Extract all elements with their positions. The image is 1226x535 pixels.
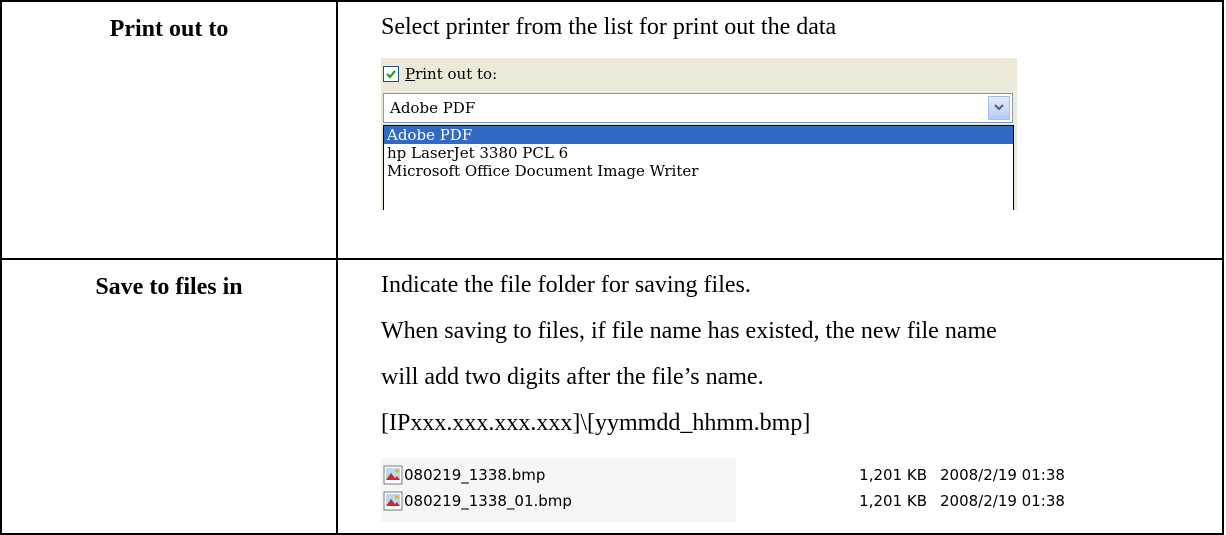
file-name: 080219_1338_01.bmp bbox=[404, 492, 572, 510]
label-cell: Save to files in bbox=[0, 258, 338, 535]
bitmap-file-icon bbox=[383, 491, 403, 511]
description-line: [IPxxx.xxx.xxx.xxx]\[yymmdd_hhmm.bmp] bbox=[381, 410, 811, 436]
description-line: will add two digits after the file’s nam… bbox=[381, 364, 764, 390]
printer-select[interactable]: Adobe PDF bbox=[383, 93, 1013, 123]
print-out-checkbox-row[interactable]: Print out to: bbox=[383, 63, 497, 85]
printer-option[interactable]: hp LaserJet 3380 PCL 6 bbox=[384, 144, 1013, 162]
description-cell: Select printer from the list for print o… bbox=[336, 0, 1224, 260]
label-cell: Print out to bbox=[0, 0, 338, 260]
file-name: 080219_1338.bmp bbox=[404, 466, 546, 484]
settings-table: Print out to Select printer from the lis… bbox=[0, 0, 1224, 535]
file-size: 1,201 KB bbox=[859, 466, 927, 484]
selected-printer: Adobe PDF bbox=[390, 99, 476, 117]
row-label: Save to files in bbox=[95, 274, 243, 300]
table-row-print-out: Print out to Select printer from the lis… bbox=[0, 0, 1224, 260]
description-line: When saving to files, if file name has e… bbox=[381, 318, 997, 344]
description-line: Indicate the file folder for saving file… bbox=[381, 272, 751, 298]
printer-panel: Print out to: Adobe PDF Adobe PDF hp Las… bbox=[381, 58, 1017, 210]
file-date: 2008/2/19 01:38 bbox=[940, 492, 1065, 510]
printer-option[interactable]: Adobe PDF bbox=[384, 126, 1013, 144]
file-list: 080219_1338.bmp 1,201 KB 2008/2/19 01:38… bbox=[381, 458, 1181, 522]
description-cell: Indicate the file folder for saving file… bbox=[336, 258, 1224, 535]
print-out-checkbox[interactable] bbox=[383, 66, 399, 82]
chevron-down-icon bbox=[994, 104, 1004, 111]
table-row-save-to-files: Save to files in Indicate the file folde… bbox=[0, 258, 1224, 535]
checkbox-label: Print out to: bbox=[405, 65, 498, 83]
checkmark-icon bbox=[386, 70, 396, 79]
description-text: Select printer from the list for print o… bbox=[381, 14, 837, 40]
printer-dropdown-list: Adobe PDF hp LaserJet 3380 PCL 6 Microso… bbox=[383, 125, 1014, 210]
row-label: Print out to bbox=[109, 16, 229, 42]
bitmap-file-icon bbox=[383, 465, 403, 485]
file-list-item[interactable]: 080219_1338.bmp 1,201 KB 2008/2/19 01:38 bbox=[381, 464, 1181, 486]
file-size: 1,201 KB bbox=[859, 492, 927, 510]
dropdown-button[interactable] bbox=[988, 96, 1010, 120]
file-list-item[interactable]: 080219_1338_01.bmp 1,201 KB 2008/2/19 01… bbox=[381, 490, 1181, 512]
printer-option[interactable]: Microsoft Office Document Image Writer bbox=[384, 162, 1013, 180]
file-date: 2008/2/19 01:38 bbox=[940, 466, 1065, 484]
